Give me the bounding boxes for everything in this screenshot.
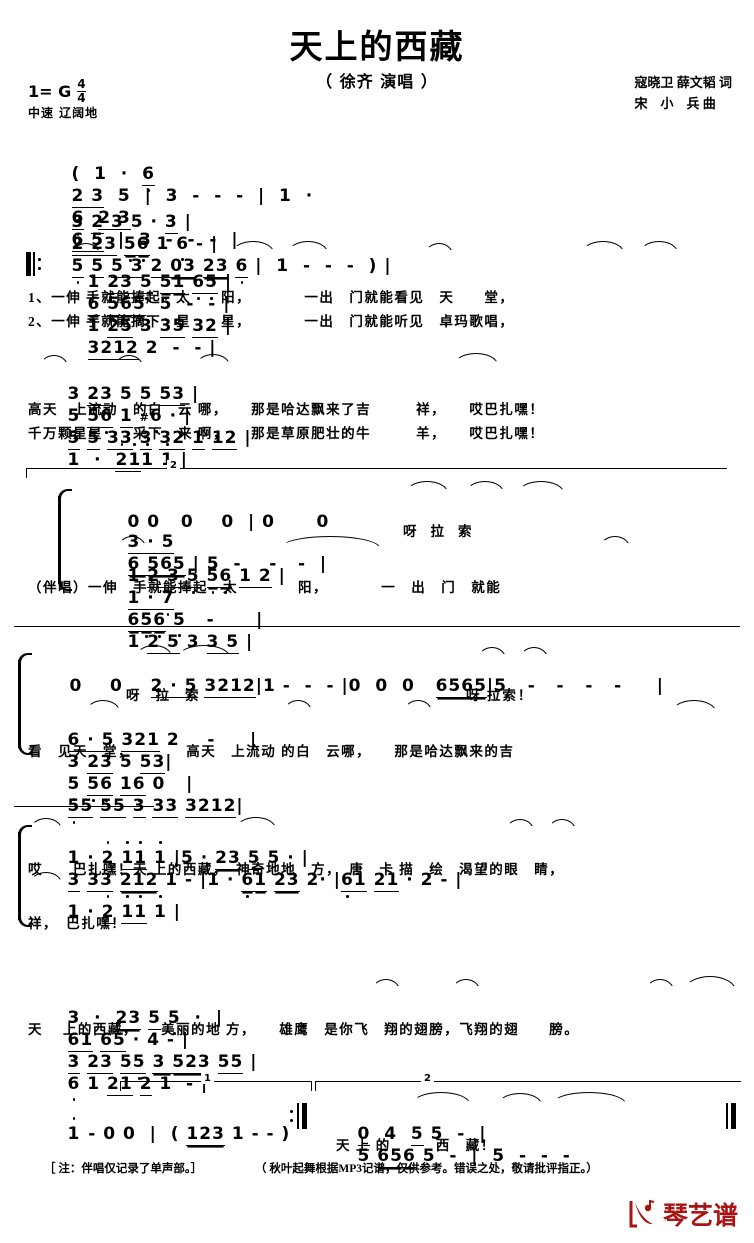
verse-lyrics-2-line-a: 2、一伸 手就能摘下 星 星， 一出 门就能听见 卓玛歌唱， bbox=[28, 314, 515, 329]
piano-note-logo-icon bbox=[626, 1197, 660, 1231]
key-label: 1= G bbox=[28, 81, 72, 101]
sheet-music-page: 天上的西藏 （ 徐齐 演唱 ） 1= G 4 4 中速 辽阔地 寇晓卫 薛文韬 … bbox=[0, 0, 754, 1243]
system-divider bbox=[14, 626, 740, 628]
ending-lyrics: 天 上 的 西 藏！ bbox=[336, 1138, 496, 1153]
repeat-start-thin-bar bbox=[33, 252, 35, 276]
chorus-upper-lyrics-c: 哎 巴扎嘿！天 上的西藏， 神奇地地 方， 唐 卡 描 绘 渴望的眼 睛， bbox=[28, 862, 565, 877]
time-signature-numerator: 4 bbox=[77, 77, 86, 91]
slur bbox=[452, 979, 480, 991]
ending-notes-first: 1 - 0 0 | ( 123 1 - - ) bbox=[67, 1117, 298, 1146]
time-signature-denominator: 4 bbox=[77, 90, 86, 105]
footnote-left: ［ 注：伴唱仅记录了单声部。］ bbox=[44, 1163, 203, 1175]
site-logo-text: 琴艺谱 bbox=[662, 1201, 738, 1230]
verse-lyrics-1-line-a: 1、一伸 手就能捧起 太 阳， 一出 门就能看见 天 堂， bbox=[28, 290, 515, 305]
chorus-upper-lyrics-b2: 呀 拉索！ bbox=[466, 688, 534, 703]
slur bbox=[425, 243, 453, 255]
final-barline-thick bbox=[731, 1103, 736, 1129]
slur bbox=[506, 819, 534, 831]
chorus-lower-notes-b: 6 · 5 321 2 - | 3 23 5 53| 5 56 16 0 | 5… bbox=[67, 730, 258, 824]
chorus-upper-notes-b: 0 0 2 · 5 3212|1 - - - |0 0 0 6565|5 - -… bbox=[69, 676, 665, 698]
slur bbox=[548, 819, 576, 831]
verse-lyrics-2-line-b: 千万颗星星 采下 来 啊， 那是草原肥壮的牛 羊， 哎巴扎嘿！ bbox=[28, 426, 545, 441]
volta-number-1: 1 bbox=[201, 1073, 214, 1084]
volta-bracket-first-ending: 1 bbox=[120, 1073, 312, 1091]
chorus-lower-lyrics-b: 看 见天 堂， 高天 上流动 的白 云哪， 那是哈达飘来的吉 bbox=[28, 744, 515, 759]
slur bbox=[412, 1092, 470, 1104]
slur bbox=[454, 353, 498, 365]
footnote-right: （ 秋叶起舞根据MP3记谱，仅供参考。错误之处，敬请批评指正。） bbox=[255, 1163, 598, 1175]
time-signature: 4 4 bbox=[77, 77, 86, 105]
credits: 寇晓卫 薛文韬 词 宋 小 兵 曲 bbox=[634, 72, 732, 115]
final-phrase-notes: 3 · 23 5 5 · | 61 65 · 4 - | 3 23 55 3 5… bbox=[67, 1008, 258, 1101]
slur bbox=[552, 1092, 626, 1104]
repeat-start-thick-bar bbox=[26, 252, 31, 276]
key-signature: 1= G 4 4 bbox=[28, 78, 86, 104]
system-brace bbox=[17, 825, 32, 927]
chorus-lower-lyrics-c: 祥， 巴扎嘿！ bbox=[28, 916, 127, 931]
volta-number-2: 2 bbox=[421, 1073, 434, 1084]
final-phrase-lyrics: 天 上的西藏， 美丽的地 方， 雄鹰 是你飞 翔的翅膀，飞翔的翅 膀。 bbox=[28, 1022, 580, 1037]
system-brace bbox=[17, 653, 32, 755]
chorus-lower-lyrics-a: （伴唱）一伸 手就能捧起 太 阳， 一 出 门 就能 bbox=[28, 580, 502, 595]
tempo-marking: 中速 辽阔地 bbox=[28, 106, 99, 120]
slur bbox=[600, 536, 630, 548]
chorus-upper-lyrics-a: 呀拉索 bbox=[403, 524, 486, 539]
slur bbox=[498, 1093, 542, 1105]
slur bbox=[406, 481, 448, 493]
slur bbox=[466, 481, 504, 493]
final-barline-thin bbox=[726, 1103, 728, 1129]
composer-credit: 宋 小 兵 曲 bbox=[634, 96, 716, 112]
verse-lyrics-1-line-b: 高天 上流动 的白 云 哪， 那是哈达飘来了吉 祥， 哎巴扎嘿！ bbox=[28, 402, 545, 417]
repeat-end-thin-bar bbox=[297, 1103, 299, 1129]
volta-number: 2 bbox=[167, 460, 180, 471]
slur bbox=[640, 241, 678, 253]
chorus-upper-lyrics-b1: 呀拉索 bbox=[126, 688, 215, 703]
repeat-end-thick-bar bbox=[302, 1103, 307, 1129]
lyricist-credit: 寇晓卫 薛文韬 词 bbox=[634, 75, 732, 90]
volta-bracket-2: 2 bbox=[26, 460, 727, 478]
volta-bracket-second-ending: 2 bbox=[315, 1073, 741, 1091]
system-divider-short bbox=[14, 806, 154, 808]
slur bbox=[672, 700, 716, 712]
site-logo[interactable]: 琴艺谱 bbox=[626, 1196, 738, 1232]
system-brace bbox=[57, 489, 72, 591]
slur bbox=[372, 979, 400, 991]
slur bbox=[684, 976, 736, 991]
slur bbox=[646, 979, 674, 991]
slur bbox=[582, 241, 624, 253]
slur bbox=[518, 481, 564, 493]
page-title: 天上的西藏 bbox=[289, 27, 465, 66]
